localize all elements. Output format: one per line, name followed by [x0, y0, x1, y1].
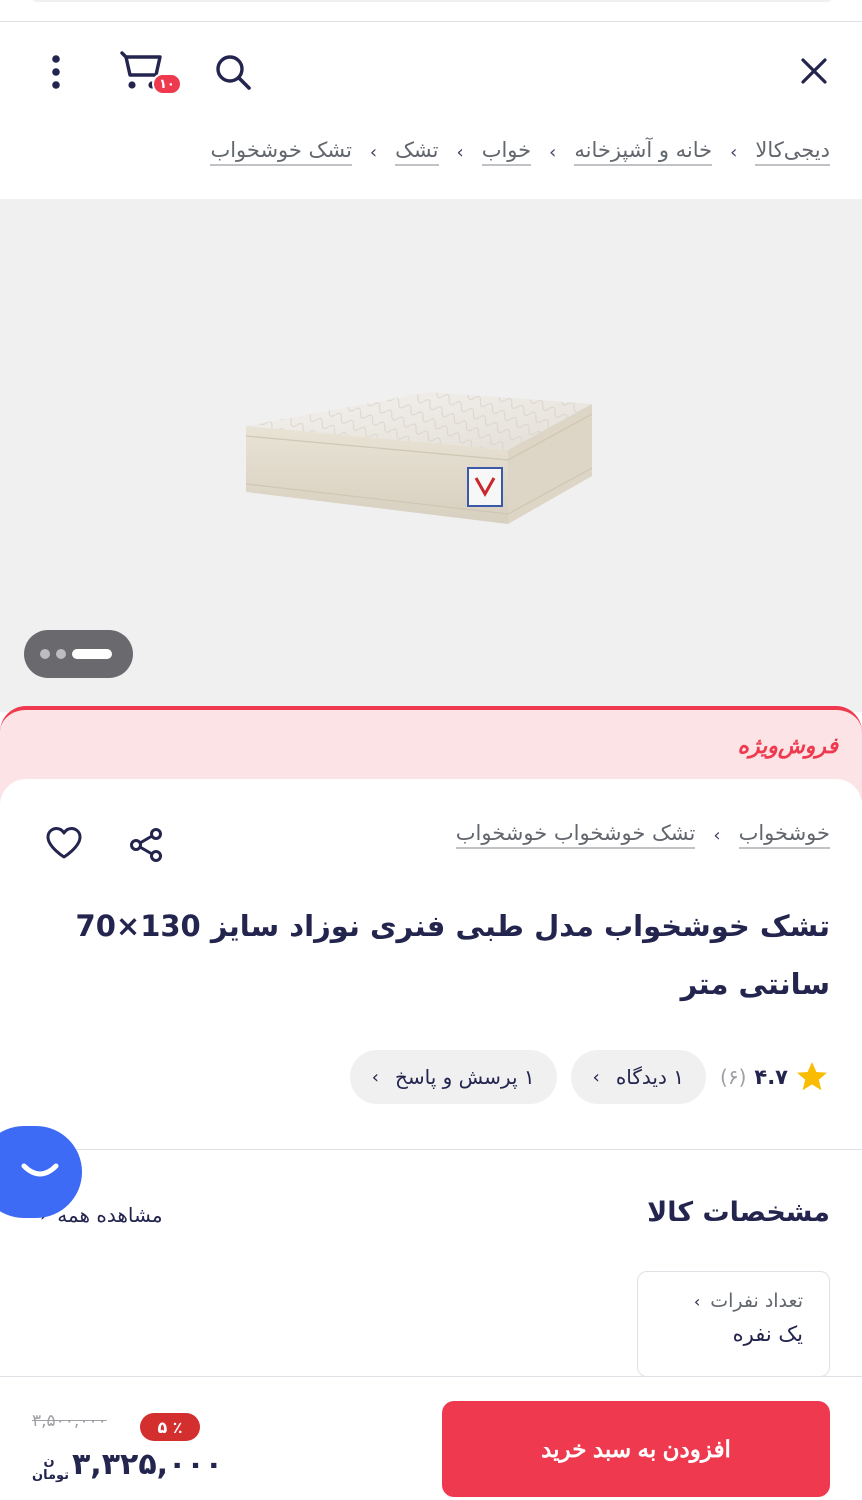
qa-chip-label: ۱ پرسش و پاسخ — [394, 1065, 535, 1089]
gallery-dot[interactable] — [40, 649, 50, 659]
mattress-image — [245, 392, 593, 524]
spec-label: تعداد نفرات › — [664, 1290, 803, 1312]
breadcrumb-separator: › — [456, 141, 464, 163]
more-vertical-icon — [52, 55, 60, 89]
comments-chip[interactable]: ۱ دیدگاه › — [570, 1050, 706, 1104]
spec-value: یک نفره — [732, 1322, 803, 1346]
rating-row: ۴.۷ (۶) ۱ دیدگاه › ۱ پرسش و پاسخ › — [336, 1049, 830, 1105]
add-to-cart-button[interactable]: افزودن به سبد خرید — [442, 1401, 830, 1497]
brand-breadcrumb: خوشخواب › تشک خوشخواب خوشخواب — [455, 821, 830, 849]
heart-icon — [46, 827, 82, 859]
price-box: ۳,۵۰۰,۰۰۰ ۵ ٪ ۳,۳۲۵,۰۰۰ ن تومان — [32, 1407, 232, 1493]
chevron-left-icon: › — [693, 1291, 701, 1311]
search-icon — [216, 55, 251, 90]
qa-chip[interactable]: ۱ پرسش و پاسخ › — [349, 1050, 557, 1104]
search-button[interactable] — [210, 49, 256, 95]
brand-link[interactable]: خوشخواب — [738, 821, 830, 849]
category-link[interactable]: تشک خوشخواب خوشخواب — [455, 821, 696, 849]
currency-line-1: ن — [43, 1454, 55, 1469]
more-options-button[interactable] — [38, 49, 74, 95]
specs-title: مشخصات کالا — [647, 1197, 830, 1228]
breadcrumb-separator: › — [369, 141, 378, 163]
gallery-dot[interactable] — [56, 649, 66, 659]
currency-label: ن تومان — [32, 1454, 70, 1483]
chat-smile-icon — [21, 1163, 59, 1177]
spec-card[interactable]: تعداد نفرات › یک نفره — [637, 1271, 830, 1377]
brand-separator: › — [713, 824, 721, 846]
breadcrumb-item-brand-mattress[interactable]: تشک خوشخواب — [210, 138, 352, 166]
purchase-bar: افزودن به سبد خرید ۳,۵۰۰,۰۰۰ ۵ ٪ ۳,۳۲۵,۰… — [0, 1376, 862, 1500]
breadcrumb-item-home-kitchen[interactable]: خانه و آشپزخانه — [574, 138, 713, 166]
gallery-pagination[interactable] — [24, 630, 133, 678]
special-sale-label: فروش‌ویژه — [737, 734, 838, 759]
old-price: ۳,۵۰۰,۰۰۰ — [32, 1411, 107, 1431]
comments-chip-label: ۱ دیدگاه — [615, 1065, 684, 1089]
see-all-label: مشاهده همه — [57, 1203, 163, 1227]
app-header: ۱۰ — [0, 23, 862, 123]
star-icon — [797, 1062, 827, 1091]
url-pill — [30, 0, 834, 2]
close-button[interactable] — [796, 49, 832, 93]
spec-label-text: تعداد نفرات — [710, 1290, 803, 1312]
current-price: ۳,۳۲۵,۰۰۰ — [72, 1447, 223, 1482]
chevron-left-icon: › — [592, 1066, 600, 1088]
top-strip — [0, 0, 862, 22]
breadcrumb-item-digikala[interactable]: دیجی‌کالا — [755, 138, 830, 166]
breadcrumb-separator: › — [549, 141, 557, 163]
discount-badge: ۵ ٪ — [140, 1413, 200, 1441]
share-icon — [130, 828, 162, 862]
product-gallery[interactable] — [0, 199, 862, 712]
breadcrumb-separator: › — [730, 141, 738, 163]
gallery-dot-active[interactable] — [72, 649, 112, 659]
rating-value: ۴.۷ — [754, 1065, 788, 1089]
cart-button[interactable]: ۱۰ — [118, 47, 184, 99]
product-title: تشک خوشخواب مدل طبی فنری نوزاد سایز 130×… — [75, 909, 830, 1001]
rating-count: (۶) — [720, 1065, 747, 1089]
cart-count-badge: ۱۰ — [152, 73, 182, 95]
section-divider — [0, 1149, 862, 1150]
breadcrumb: دیجی‌کالا › خانه و آشپزخانه › خواب › تشک… — [210, 130, 830, 174]
breadcrumb-item-mattress[interactable]: تشک — [395, 138, 439, 166]
currency-line-2: تومان — [32, 1468, 70, 1483]
favorite-button[interactable] — [42, 821, 86, 865]
chevron-left-icon: › — [371, 1066, 379, 1088]
breadcrumb-item-sleep[interactable]: خواب — [481, 138, 532, 166]
close-icon — [801, 58, 827, 84]
share-button[interactable] — [124, 823, 168, 867]
product-info-card: خوشخواب › تشک خوشخواب خوشخواب تشک خوشخوا… — [0, 779, 862, 1379]
